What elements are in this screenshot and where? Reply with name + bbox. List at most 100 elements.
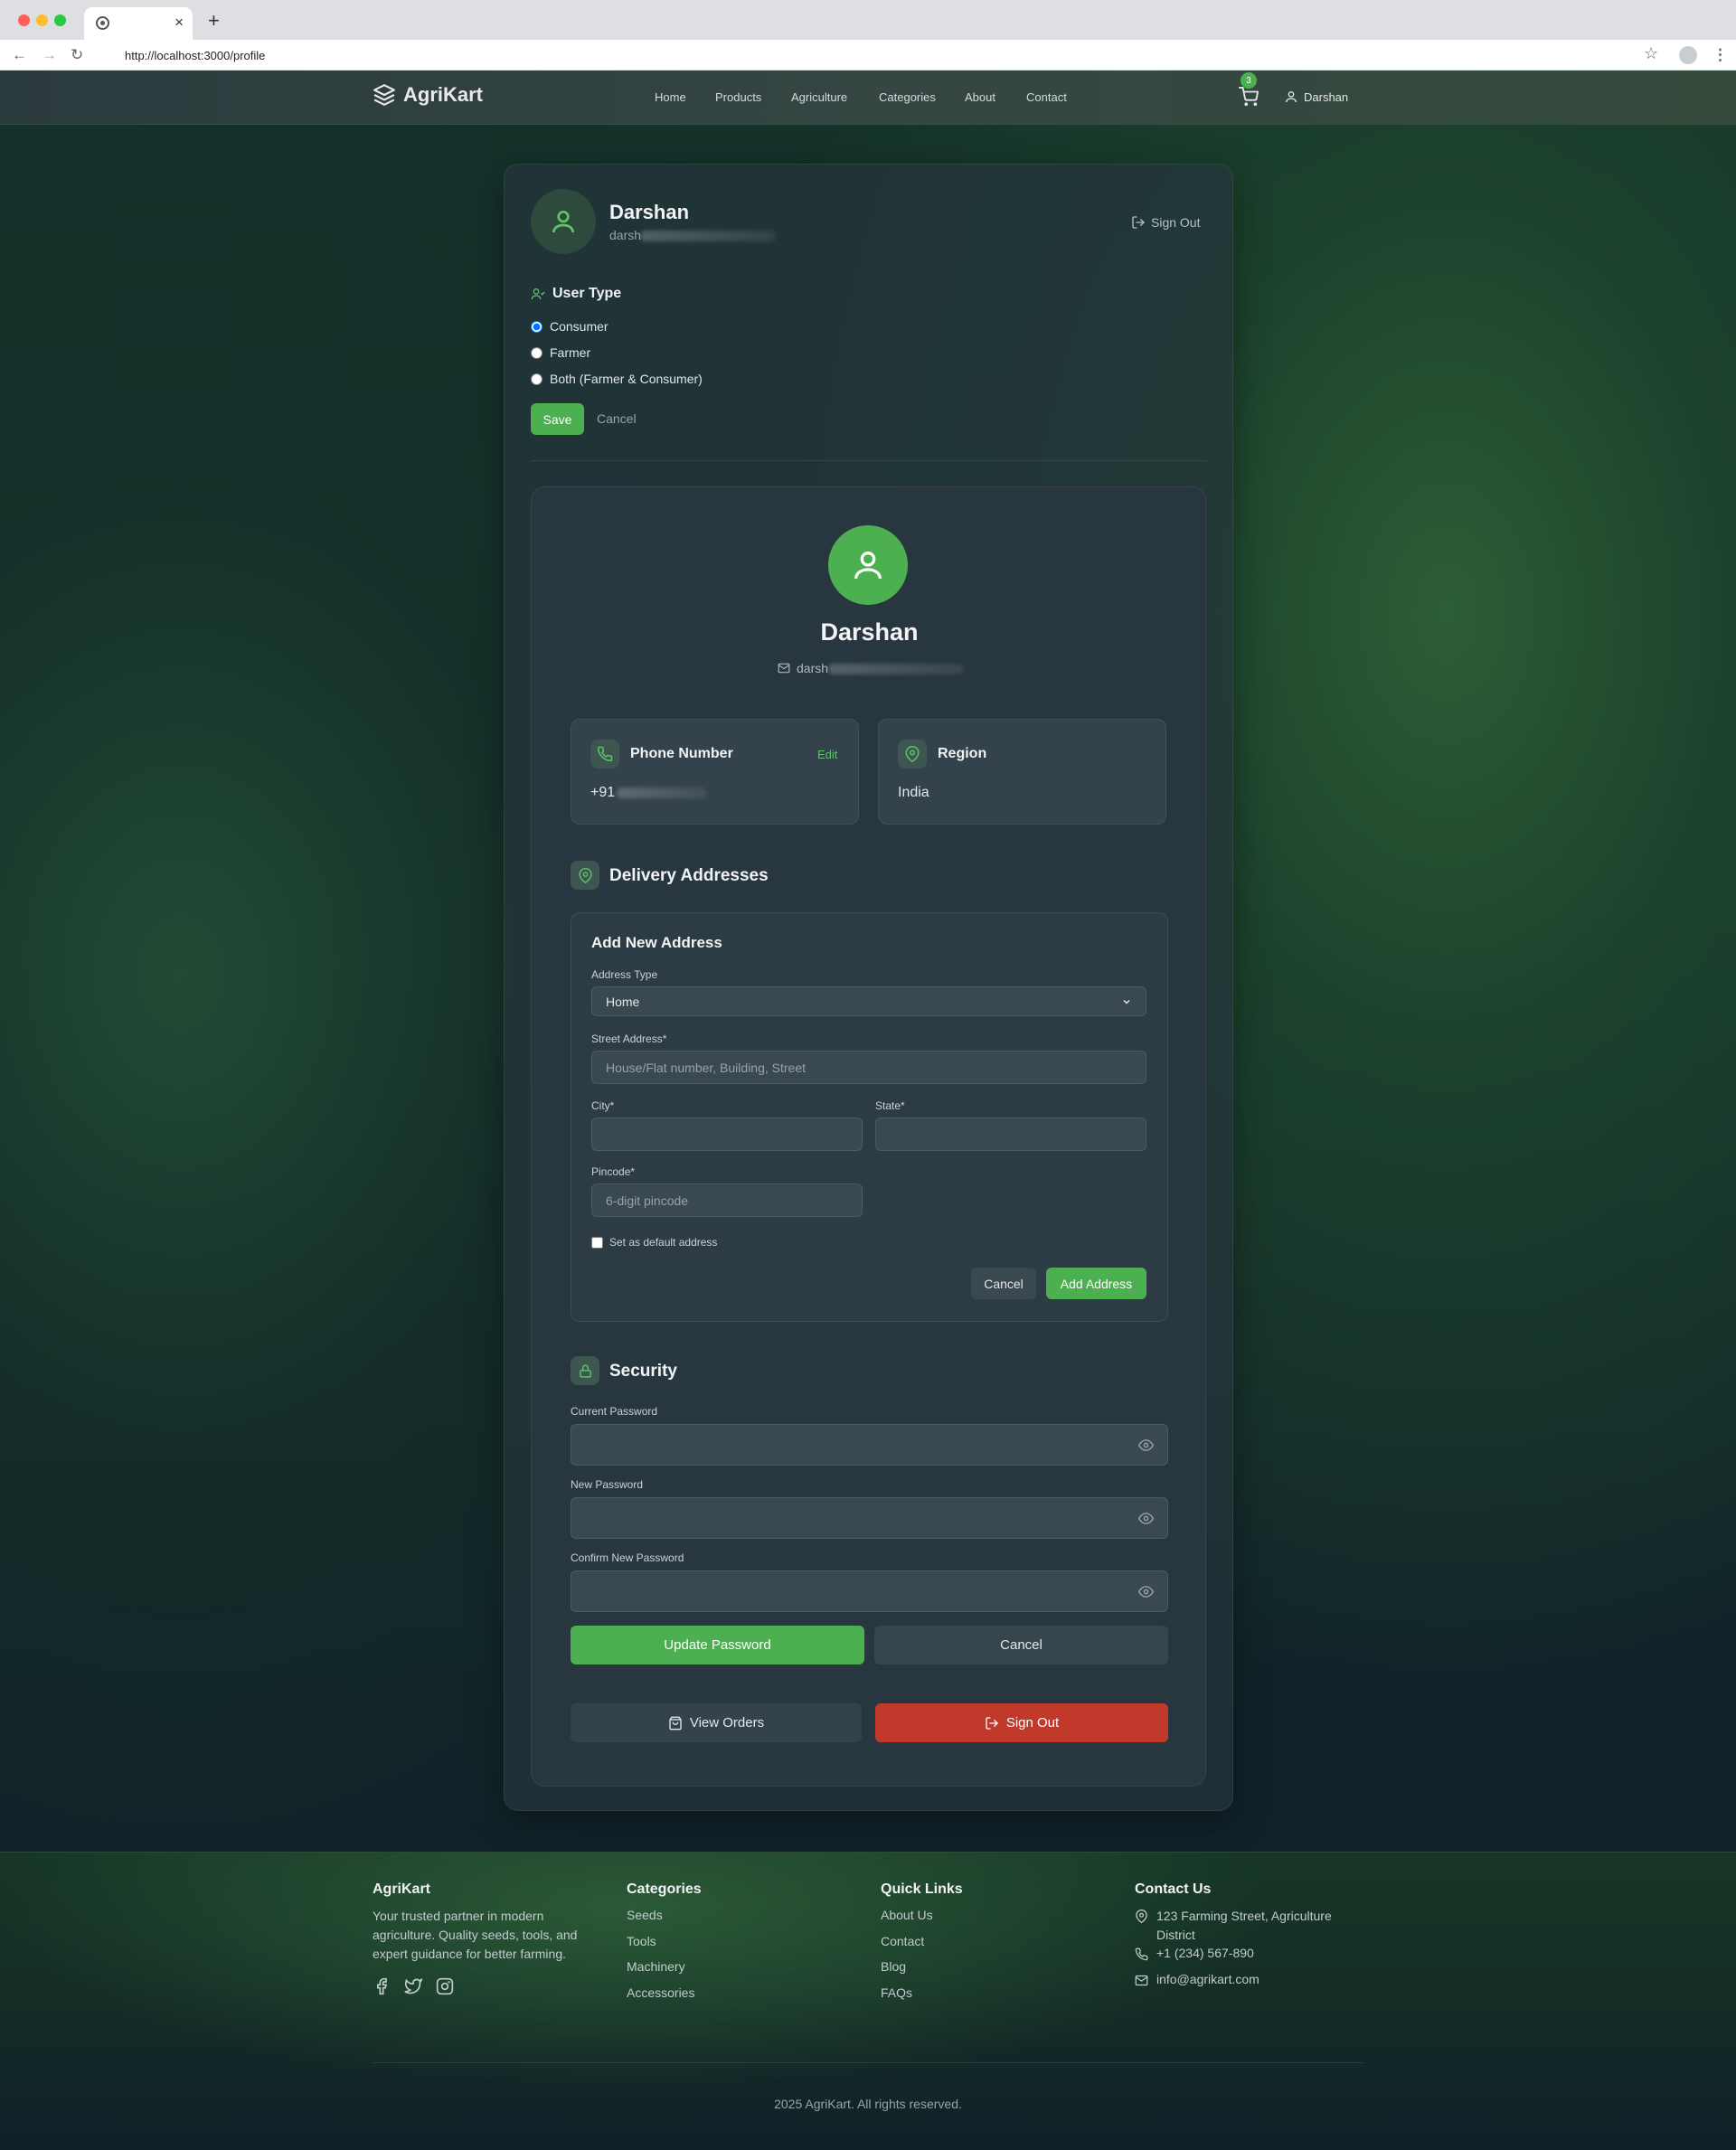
url-field[interactable]: http://localhost:3000/profile [125, 49, 265, 62]
add-address-button[interactable]: Add Address [1046, 1268, 1146, 1299]
cart-button[interactable] [1239, 87, 1259, 107]
pincode-input[interactable]: 6-digit pincode [591, 1183, 863, 1217]
new-password-input[interactable] [571, 1497, 1168, 1539]
edit-phone-button[interactable]: Edit [817, 748, 837, 761]
state-label: State* [875, 1099, 905, 1112]
footer-link-blog[interactable]: Blog [881, 1959, 906, 1974]
address-type-select[interactable]: Home [591, 986, 1146, 1016]
cancel-user-type-button[interactable]: Cancel [597, 411, 637, 426]
close-window-dot[interactable] [18, 14, 30, 26]
footer-copyright: 2025 AgriKart. All rights reserved. [774, 2097, 962, 2111]
footer-categories-title: Categories [627, 1881, 702, 1897]
street-address-input[interactable]: House/Flat number, Building, Street [591, 1051, 1146, 1084]
city-input[interactable] [591, 1117, 863, 1151]
header-sign-out-button[interactable]: Sign Out [1131, 215, 1200, 230]
footer-divider [373, 2062, 1363, 2063]
browser-address-bar: ← → ↻ http://localhost:3000/profile ☆ ⋮ [0, 40, 1736, 71]
user-avatar-icon [552, 211, 574, 233]
cancel-password-button[interactable]: Cancel [874, 1626, 1168, 1664]
shopping-bag-icon [669, 1716, 682, 1730]
eye-icon[interactable] [1138, 1438, 1154, 1453]
user-type-title: User Type [552, 286, 622, 301]
details-email-redaction [828, 664, 964, 674]
browser-tab[interactable]: × [84, 7, 193, 40]
nav-about[interactable]: About [965, 90, 995, 104]
eye-icon[interactable] [1138, 1584, 1154, 1599]
back-icon[interactable]: ← [12, 46, 27, 64]
pincode-label: Pincode* [591, 1165, 636, 1178]
footer-link-accessories[interactable]: Accessories [627, 1985, 694, 2000]
radio-consumer-label: Consumer [550, 319, 609, 334]
state-input[interactable] [875, 1117, 1146, 1151]
footer-link-seeds[interactable]: Seeds [627, 1908, 663, 1922]
profile-avatar-icon[interactable] [1679, 46, 1697, 64]
new-tab-icon[interactable]: + [208, 9, 220, 33]
default-address-checkbox-input[interactable] [591, 1236, 603, 1249]
chrome-favicon-icon [96, 16, 109, 30]
bookmark-star-icon[interactable]: ☆ [1644, 44, 1658, 63]
nav-agriculture[interactable]: Agriculture [791, 90, 847, 104]
user-name: Darshan [1304, 90, 1349, 104]
view-orders-label: View Orders [689, 1715, 765, 1730]
user-type-heading: User Type [531, 286, 621, 302]
footer-email[interactable]: info@agrikart.com [1156, 1972, 1260, 1986]
view-orders-button[interactable]: View Orders [571, 1703, 862, 1742]
profile-email: darsh [609, 228, 642, 242]
security-icon-wrap [571, 1356, 599, 1385]
close-tab-icon[interactable]: × [175, 14, 184, 32]
footer-tagline: Your trusted partner in modern agricultu… [373, 1909, 578, 1961]
cancel-address-button[interactable]: Cancel [971, 1268, 1036, 1299]
reload-icon[interactable]: ↻ [71, 46, 83, 64]
nav-home[interactable]: Home [655, 90, 686, 104]
radio-farmer-input[interactable] [531, 346, 542, 359]
lock-icon [579, 1363, 591, 1378]
nav-products[interactable]: Products [715, 90, 761, 104]
site-footer: AgriKart Your trusted partner in modern … [0, 1852, 1736, 2150]
radio-farmer[interactable]: Farmer [531, 345, 590, 360]
address-type-value: Home [606, 994, 640, 1009]
details-email: darsh [778, 661, 828, 675]
current-password-input[interactable] [571, 1424, 1168, 1466]
nav-categories[interactable]: Categories [879, 90, 936, 104]
profile-name: Darshan [609, 201, 690, 223]
radio-consumer-input[interactable] [531, 320, 542, 333]
radio-both[interactable]: Both (Farmer & Consumer) [531, 372, 703, 386]
instagram-icon[interactable] [436, 1977, 454, 1995]
map-pin-icon [1135, 1910, 1148, 1923]
twitter-icon[interactable] [404, 1977, 422, 1995]
facebook-icon[interactable] [373, 1977, 391, 1995]
sign-out-button[interactable]: Sign Out [875, 1703, 1168, 1742]
default-address-checkbox[interactable]: Set as default address [591, 1236, 717, 1249]
maximize-window-dot[interactable] [54, 14, 66, 26]
footer-link-tools[interactable]: Tools [627, 1934, 656, 1948]
add-address-form: Add New Address Address Type Home Street… [571, 912, 1168, 1322]
update-password-button[interactable]: Update Password [571, 1626, 864, 1664]
nav-contact[interactable]: Contact [1026, 90, 1067, 104]
footer-link-faqs[interactable]: FAQs [881, 1985, 912, 2000]
radio-both-input[interactable] [531, 372, 542, 385]
footer-link-about-us[interactable]: About Us [881, 1908, 933, 1922]
minimize-window-dot[interactable] [36, 14, 48, 26]
cart-icon [1239, 87, 1259, 107]
page-background: AgriKart Home Products Agriculture Categ… [0, 71, 1736, 2150]
footer-link-machinery[interactable]: Machinery [627, 1959, 685, 1974]
new-password-label: New Password [571, 1478, 644, 1491]
details-email-text: darsh [797, 661, 829, 675]
save-user-type-button[interactable]: Save [531, 403, 584, 435]
brand-logo[interactable]: AgriKart [373, 83, 483, 107]
eye-icon[interactable] [1138, 1511, 1154, 1526]
radio-both-label: Both (Farmer & Consumer) [550, 372, 703, 386]
current-password-label: Current Password [571, 1405, 658, 1418]
sign-out-button-label: Sign Out [1005, 1715, 1060, 1730]
log-out-icon [986, 1716, 998, 1730]
radio-farmer-label: Farmer [550, 345, 591, 360]
forward-icon[interactable]: → [42, 46, 57, 64]
address-type-label: Address Type [591, 968, 658, 981]
menu-kebab-icon[interactable]: ⋮ [1712, 46, 1728, 64]
delivery-addresses-title: Delivery Addresses [609, 866, 769, 885]
user-menu[interactable]: Darshan [1284, 90, 1348, 104]
mail-icon [778, 663, 790, 674]
radio-consumer[interactable]: Consumer [531, 319, 609, 334]
confirm-password-input[interactable] [571, 1570, 1168, 1612]
footer-link-contact[interactable]: Contact [881, 1934, 924, 1948]
